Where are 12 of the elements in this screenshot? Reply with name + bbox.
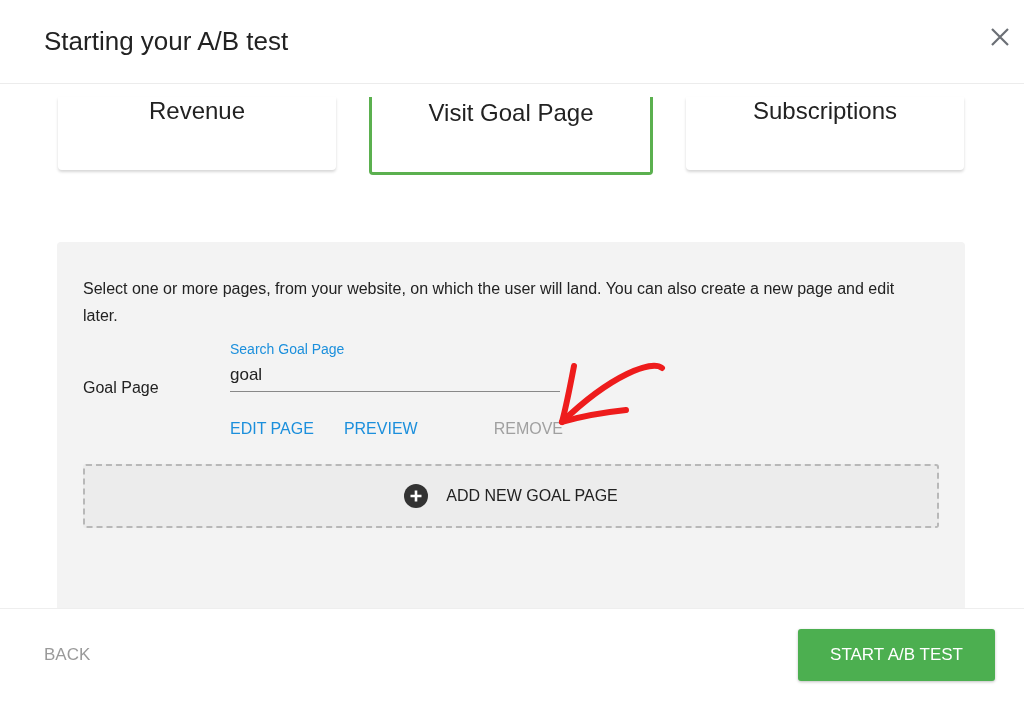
search-goal-page-field[interactable]: goal xyxy=(230,365,560,392)
goal-type-card[interactable]: Visit Goal Page xyxy=(369,97,653,175)
dialog-title: Starting your A/B test xyxy=(44,26,289,57)
close-button[interactable] xyxy=(990,26,1010,47)
goal-type-card[interactable]: Revenue xyxy=(58,97,336,170)
goal-page-label: Goal Page xyxy=(83,379,160,398)
goal-type-card[interactable]: Subscriptions xyxy=(686,97,964,170)
close-icon xyxy=(990,26,1010,47)
add-new-goal-page-button[interactable]: ADD NEW GOAL PAGE xyxy=(83,464,939,528)
plus-circle-icon xyxy=(404,484,429,508)
panel-description: Select one or more pages, from your website, on which the user will land. You can also create a new page and edit later. xyxy=(83,279,896,326)
field-label: Search Goal Page xyxy=(230,340,346,359)
